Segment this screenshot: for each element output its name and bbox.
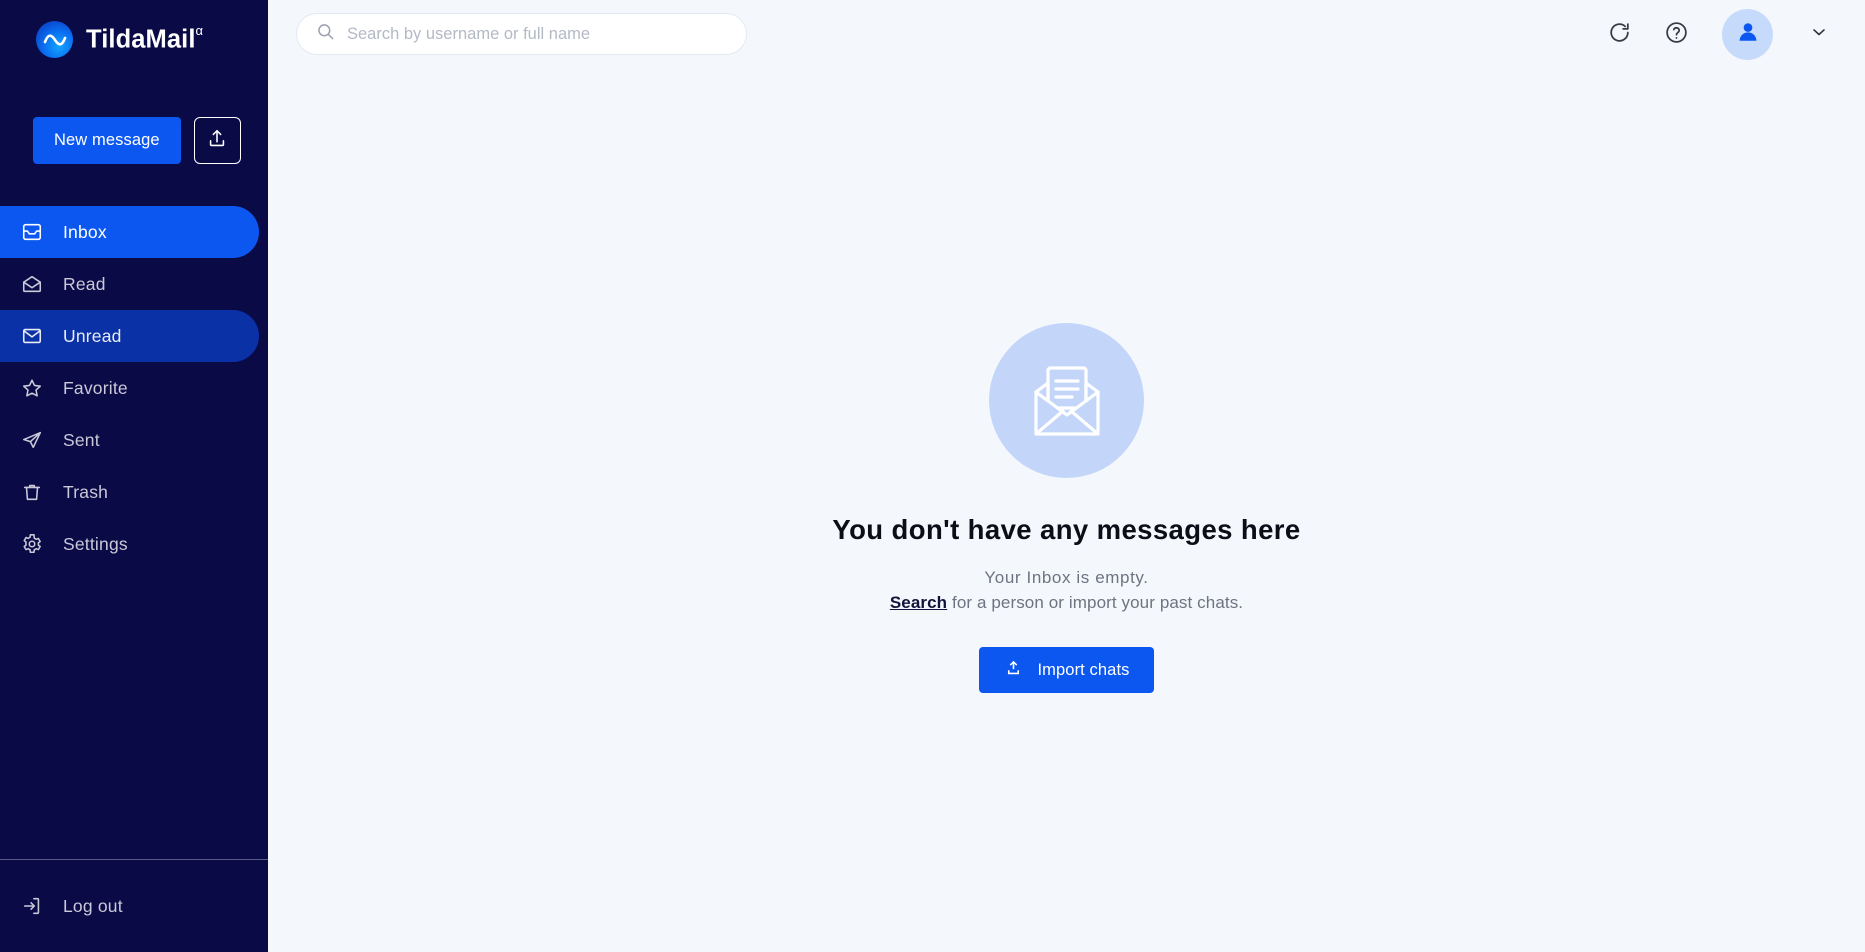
chevron-down-icon	[1809, 22, 1829, 47]
brand-name-text: TildaMail	[86, 25, 196, 53]
refresh-button[interactable]	[1604, 19, 1634, 49]
trash-icon	[20, 481, 43, 504]
brand-superscript: α	[195, 22, 204, 38]
sidebar-item-trash[interactable]: Trash	[0, 466, 259, 518]
sidebar-item-label: Unread	[63, 325, 122, 346]
sidebar-item-label: Settings	[63, 533, 128, 554]
star-icon	[20, 377, 43, 400]
sidebar-item-label: Inbox	[63, 221, 107, 242]
sidebar-item-sent[interactable]: Sent	[0, 414, 259, 466]
empty-state-title: You don't have any messages here	[832, 514, 1301, 545]
import-chats-button[interactable]: Import chats	[978, 647, 1155, 693]
account-menu-button[interactable]	[1806, 21, 1832, 47]
sidebar-nav: Inbox Read Unread Favorite Sent Trash Se…	[0, 206, 268, 570]
brand: TildaMailα	[0, 0, 268, 62]
send-icon	[20, 429, 43, 452]
sidebar-item-favorite[interactable]: Favorite	[0, 362, 259, 414]
sidebar-item-label: Favorite	[63, 377, 128, 398]
help-circle-icon	[1664, 20, 1689, 48]
user-avatar-icon	[1734, 18, 1762, 51]
sidebar-item-label: Read	[63, 273, 106, 294]
new-message-button[interactable]: New message	[33, 117, 181, 164]
search-link[interactable]: Search	[890, 593, 947, 612]
mail-closed-icon	[20, 325, 43, 348]
avatar[interactable]	[1722, 8, 1773, 60]
empty-state: You don't have any messages here Your In…	[268, 68, 1865, 952]
sidebar-item-unread[interactable]: Unread	[0, 310, 259, 362]
sidebar-item-inbox[interactable]: Inbox	[0, 206, 259, 258]
refresh-icon	[1607, 20, 1632, 48]
empty-state-subtitle-line1: Your Inbox is empty.	[984, 568, 1149, 587]
topbar	[268, 0, 1865, 68]
main-content: You don't have any messages here Your In…	[268, 0, 1865, 952]
upload-icon	[1004, 658, 1023, 682]
import-upload-button[interactable]	[193, 117, 241, 164]
search-input[interactable]	[347, 24, 727, 44]
envelope-letter-icon	[989, 323, 1144, 478]
mail-open-icon	[20, 273, 43, 296]
tilde-logo-icon	[36, 21, 73, 58]
sidebar-item-label: Sent	[63, 429, 100, 450]
logout-icon	[20, 895, 43, 918]
gear-icon	[20, 533, 43, 556]
sidebar-actions: New message	[0, 117, 268, 164]
upload-icon	[206, 128, 228, 153]
sidebar-item-label: Trash	[63, 481, 109, 502]
sidebar-item-settings[interactable]: Settings	[0, 518, 259, 570]
empty-state-subtitle-line2: Search for a person or import your past …	[890, 593, 1243, 613]
topbar-icons	[1604, 8, 1832, 60]
help-button[interactable]	[1661, 19, 1691, 49]
sidebar-item-read[interactable]: Read	[0, 258, 259, 310]
search-icon	[316, 22, 335, 46]
logout-button[interactable]: Log out	[0, 860, 268, 952]
empty-state-subtitle-tail: for a person or import your past chats.	[947, 593, 1244, 612]
import-chats-label: Import chats	[1037, 660, 1130, 679]
page-title: TildaMailα	[86, 24, 203, 53]
logout-label: Log out	[63, 895, 123, 916]
sidebar: TildaMailα New message Inbox Read Unread…	[0, 0, 268, 952]
inbox-icon	[20, 221, 43, 244]
search-bar[interactable]	[296, 13, 747, 55]
